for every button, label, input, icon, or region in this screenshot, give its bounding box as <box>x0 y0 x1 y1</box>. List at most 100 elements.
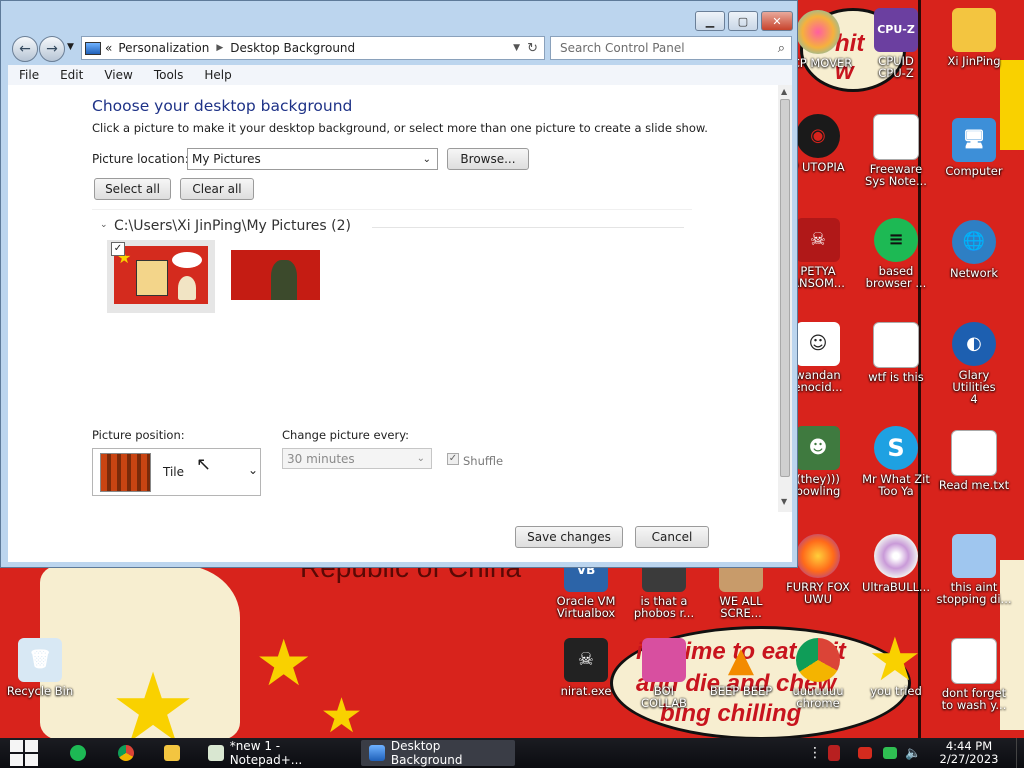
firefox-icon <box>796 534 840 578</box>
close-button[interactable]: ✕ <box>761 11 793 31</box>
picture-location-value: My Pictures <box>192 152 261 166</box>
selected-checkbox[interactable]: ✓ <box>111 242 125 256</box>
speech-bubble <box>172 252 202 268</box>
desktop-icon-recycle-bin[interactable]: 🗑 Recycle Bin <box>2 638 78 697</box>
desktop-icon-xi-jinping[interactable]: Xi JinPing <box>936 8 1012 67</box>
menu-bar: File Edit View Tools Help <box>8 65 792 86</box>
desktop-icon-wtf[interactable]: wtf is this <box>858 322 934 383</box>
search-icon[interactable]: ⌕ <box>778 41 785 56</box>
meme-thumbnail-image: ★ <box>114 246 208 304</box>
change-interval-value: 30 minutes <box>287 451 355 466</box>
installer-icon <box>952 534 996 578</box>
desktop-icon-boi-collab[interactable]: BOI COLLAB <box>626 638 702 709</box>
scroll-thumb[interactable] <box>780 99 790 477</box>
desktop-icon-this-aint[interactable]: this aint stopping di... <box>936 534 1012 605</box>
save-changes-button[interactable]: Save changes <box>515 526 623 548</box>
page-title: Choose your desktop background <box>92 97 353 115</box>
start-button[interactable] <box>10 740 44 766</box>
tray-overflow-icon[interactable]: ⋮ <box>808 740 822 766</box>
tray-shield-icon[interactable] <box>828 740 846 766</box>
shuffle-checkbox[interactable]: ✓ <box>447 453 459 465</box>
taskbar-item-desktop-background[interactable]: Desktop Background <box>361 739 515 767</box>
change-interval-select[interactable]: 30 minutes ⌄ <box>282 448 432 469</box>
picture-thumbnail-selected[interactable]: ★ ✓ <box>107 240 215 313</box>
desktop-icon-cpuid[interactable]: CPU-Z CPUID CPU-Z <box>858 8 934 79</box>
minimize-button[interactable]: ▁ <box>695 11 725 31</box>
desktop-icon-nirat[interactable]: ☠ nirat.exe <box>548 638 624 697</box>
select-all-button[interactable]: Select all <box>94 178 171 200</box>
taskbar-pin-chrome[interactable] <box>118 740 140 766</box>
windows-logo-icon <box>10 740 38 766</box>
search-input[interactable]: Search Control Panel <box>560 41 685 55</box>
taskbar-pin-explorer[interactable] <box>164 740 186 766</box>
cancel-button[interactable]: Cancel <box>635 526 709 548</box>
taskbar-pin-browser[interactable] <box>70 740 92 766</box>
menu-tools[interactable]: Tools <box>143 68 194 82</box>
desktop-icon-readme[interactable]: Read me.txt <box>936 430 1012 491</box>
window-titlebar[interactable]: ▁ ▢ ✕ <box>1 1 797 33</box>
desktop-icon-computer[interactable]: 🖥 Computer <box>936 118 1012 177</box>
skype-icon: S <box>874 426 918 470</box>
scroll-up-icon[interactable]: ▲ <box>781 87 787 96</box>
back-button[interactable]: ← <box>12 36 38 62</box>
maximize-button[interactable]: ▢ <box>728 11 758 31</box>
taskbar-item-label: Desktop Background <box>390 739 463 767</box>
address-dropdown-icon[interactable]: ▼ <box>513 43 520 53</box>
desktop-icon-you-tried[interactable]: ★ you tried <box>858 638 934 697</box>
ice-cream-cone <box>178 276 196 300</box>
folder-group-header[interactable]: C:\Users\Xi JinPing\My Pictures (2) <box>114 218 351 234</box>
picture-location-select[interactable]: My Pictures ⌄ <box>187 148 438 170</box>
navigation-bar: ← → ▼ « Personalization ▶ Desktop Backgr… <box>1 33 797 63</box>
taskbar: *new 1 - Notepad+... Desktop Background … <box>0 738 1024 768</box>
desktop-icon-based-browser[interactable]: ≡ based browser ... <box>858 218 934 289</box>
browse-button[interactable]: Browse... <box>447 148 529 170</box>
desktop-icon-dont-forget[interactable]: dont forget to wash y... <box>936 638 1012 711</box>
refresh-icon[interactable]: ↻ <box>527 41 538 56</box>
breadcrumb-desktop-background[interactable]: Desktop Background <box>230 41 355 55</box>
tray-flag-icon[interactable] <box>858 740 878 766</box>
recent-pages-dropdown[interactable]: ▼ <box>67 42 74 52</box>
portrait-figure <box>271 260 297 300</box>
star-icon: ★ <box>320 688 364 738</box>
notepad-plus-icon <box>208 745 224 761</box>
tray-clock[interactable]: 4:44 PM 2/27/2023 <box>934 740 1004 766</box>
desktop-icon-beep-beep[interactable]: ▲ BEEP BEEP <box>703 638 779 697</box>
picture-position-select[interactable]: Tile ⌄ <box>92 448 261 496</box>
show-desktop-button[interactable] <box>1016 738 1024 768</box>
control-panel-icon <box>85 41 101 55</box>
document-icon <box>873 114 919 160</box>
skull-icon: ☠ <box>564 638 608 682</box>
address-bar[interactable]: « Personalization ▶ Desktop Background ▼… <box>81 36 545 60</box>
notepad-icon <box>873 322 919 368</box>
taskbar-item-notepad[interactable]: *new 1 - Notepad+... <box>200 739 354 767</box>
chevron-down-icon: ⌄ <box>422 153 431 165</box>
picture-thumbnail[interactable] <box>231 250 320 300</box>
menu-edit[interactable]: Edit <box>49 68 93 82</box>
desktop-icon-skype[interactable]: S Mr What Zit Too Ya <box>858 426 934 497</box>
desktop-icon-freeware[interactable]: Freeware Sys Note... <box>858 114 934 187</box>
clear-all-button[interactable]: Clear all <box>180 178 254 200</box>
breadcrumb-personalization[interactable]: Personalization <box>118 41 209 55</box>
forward-button[interactable]: → <box>39 36 65 62</box>
tray-network-icon[interactable] <box>883 740 903 766</box>
recycle-bin-icon: 🗑 <box>18 638 62 682</box>
cpu-z-icon: CPU-Z <box>874 8 918 52</box>
vertical-scrollbar[interactable]: ▲ ▼ <box>778 85 792 512</box>
shuffle-label: Shuffle <box>463 454 504 468</box>
skull-icon: ☠ <box>796 218 840 262</box>
search-box[interactable]: Search Control Panel ⌕ <box>550 36 792 60</box>
desktop-icon-glary[interactable]: ◐ Glary Utilities 4 <box>936 322 1012 405</box>
glary-icon: ◐ <box>952 322 996 366</box>
volume-icon[interactable]: 🔈 <box>905 740 921 766</box>
menu-help[interactable]: Help <box>193 68 241 82</box>
desktop-icon-network[interactable]: 🌐 Network <box>936 220 1012 279</box>
desktop-icon-chrome[interactable]: uuuuuuu chrome <box>780 638 856 709</box>
menu-view[interactable]: View <box>93 68 142 82</box>
browser-icon <box>70 745 86 761</box>
desktop-icon-ultrabull[interactable]: UltraBULL... <box>858 534 934 593</box>
collapse-chevron-icon[interactable]: ⌄ <box>100 220 108 230</box>
menu-file[interactable]: File <box>8 68 49 82</box>
minimize-icon: ▁ <box>705 14 715 28</box>
scroll-down-icon[interactable]: ▼ <box>781 497 787 506</box>
picture-location-label: Picture location: <box>92 152 189 166</box>
